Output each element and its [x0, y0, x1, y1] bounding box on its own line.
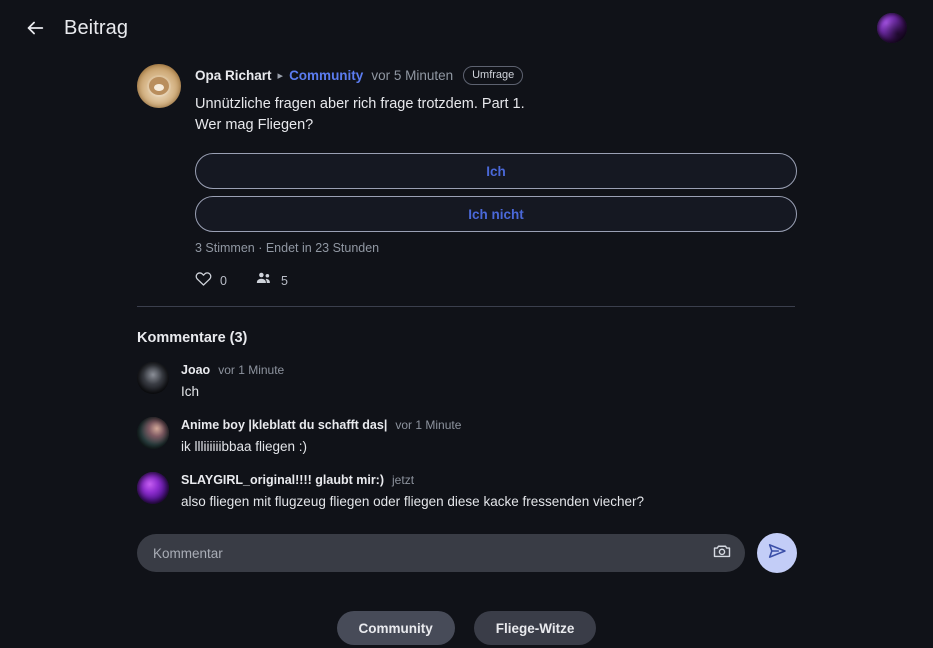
comment-timestamp: vor 1 Minute [395, 418, 462, 432]
comment-composer [137, 533, 797, 573]
post-author-name: Opa Richart [195, 67, 272, 83]
page-title: Beitrag [64, 16, 129, 39]
camera-icon [712, 541, 732, 566]
comment-author-name: Joao [181, 363, 211, 377]
post-text-line-1: Unnützliche fragen aber rich frage trotz… [195, 96, 525, 112]
comments-title: Kommentare (3) [137, 330, 248, 346]
comment-input-wrapper[interactable] [137, 534, 745, 572]
heart-icon [195, 270, 212, 292]
like-count: 0 [220, 273, 227, 288]
poll-info: 3 Stimmen · Endet in 23 Stunden [195, 241, 380, 255]
post-body: Opa Richart ▸ Community vor 5 Minuten Um… [195, 64, 797, 292]
list-item: Anime boy |kleblatt du schafft das| vor … [137, 417, 817, 456]
comment-avatar[interactable] [137, 417, 169, 449]
tag-fliege-witze[interactable]: Fliege-Witze [473, 611, 597, 645]
tag-community[interactable]: Community [336, 611, 455, 645]
comment-text: ik llliiiiiibbaa fliegen :) [181, 439, 308, 454]
comment-text: Ich [181, 384, 200, 399]
post-text: Unnützliche fragen aber rich frage trotz… [195, 94, 797, 136]
comment-meta: Anime boy |kleblatt du schafft das| vor … [181, 417, 817, 434]
post-community-link[interactable]: Community [289, 67, 363, 85]
poll-option-0[interactable]: Ich [195, 153, 797, 189]
comment-avatar[interactable] [137, 362, 169, 394]
send-button[interactable] [757, 533, 797, 573]
post-author-avatar[interactable] [137, 64, 181, 108]
status-badge: Umfrage [463, 66, 524, 85]
section-divider [137, 306, 795, 307]
list-item: SLAYGIRL_original!!!! glaubt mir:) jetzt… [137, 472, 817, 511]
comment-body: Anime boy |kleblatt du schafft das| vor … [181, 417, 817, 456]
comment-body: Joao vor 1 Minute Ich [181, 362, 817, 401]
comment-author-name: SLAYGIRL_original!!!! glaubt mir:) [181, 473, 385, 487]
participants-reaction[interactable]: 5 [255, 269, 288, 292]
back-button[interactable] [18, 11, 52, 45]
comment-body: SLAYGIRL_original!!!! glaubt mir:) jetzt… [181, 472, 817, 511]
poll: Ich Ich nicht 3 Stimmen · Endet in 23 St… [195, 153, 797, 255]
comment-author-name: Anime boy |kleblatt du schafft das| [181, 418, 388, 432]
arrow-left-icon [24, 17, 46, 39]
list-item: Joao vor 1 Minute Ich [137, 362, 817, 401]
comments-section: Kommentare (3) Joao vor 1 Minute Ich Ani… [137, 330, 817, 511]
comment-input[interactable] [153, 545, 709, 561]
post-meta: Opa Richart ▸ Community vor 5 Minuten Um… [195, 66, 797, 85]
participants-count: 5 [280, 273, 288, 288]
comment-timestamp: vor 1 Minute [218, 363, 285, 377]
comment-timestamp: jetzt [392, 473, 415, 487]
post-row: Opa Richart ▸ Community vor 5 Minuten Um… [137, 64, 797, 292]
tag-list: Community Fliege-Witze [0, 611, 933, 645]
send-icon [767, 541, 787, 566]
people-icon [255, 269, 273, 292]
comment-meta: Joao vor 1 Minute [181, 362, 817, 379]
post: Opa Richart ▸ Community vor 5 Minuten Um… [137, 64, 797, 292]
poll-option-1[interactable]: Ich nicht [195, 196, 797, 232]
post-timestamp: vor 5 Minuten [371, 67, 454, 83]
comment-avatar[interactable] [137, 472, 169, 504]
comment-meta: SLAYGIRL_original!!!! glaubt mir:) jetzt [181, 472, 817, 489]
post-text-line-2: Wer mag Fliegen? [195, 117, 314, 133]
comment-text: also fliegen mit flugzeug fliegen oder f… [181, 494, 645, 509]
top-bar: Beitrag [0, 0, 933, 56]
meta-separator-icon: ▸ [277, 69, 284, 82]
attach-photo-button[interactable] [709, 540, 735, 566]
avatar[interactable] [877, 13, 907, 43]
like-reaction[interactable]: 0 [195, 270, 227, 292]
post-reactions: 0 5 [195, 269, 797, 292]
